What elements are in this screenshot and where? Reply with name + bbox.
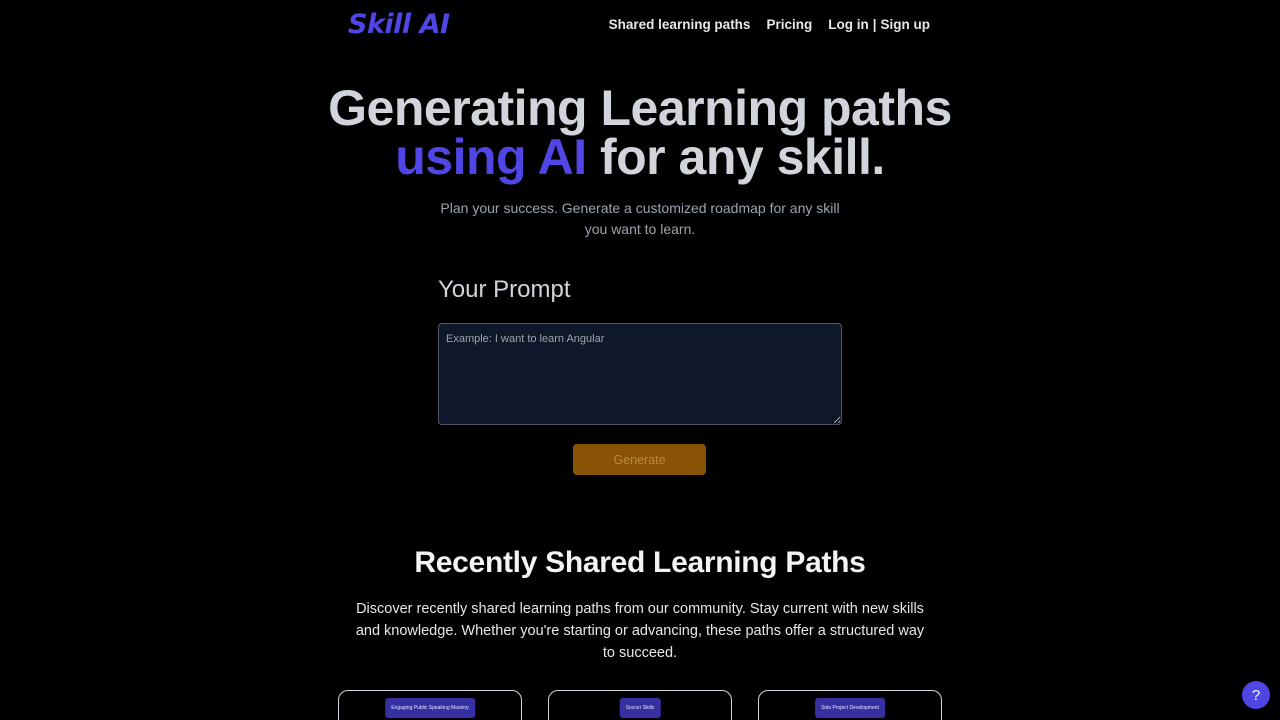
logo[interactable]: Skill AI: [348, 9, 450, 40]
help-button[interactable]: ?: [1242, 681, 1270, 709]
shared-path-card[interactable]: Soccer Skills: [548, 690, 732, 720]
hero-line-2: using AI for any skill.: [0, 132, 1280, 182]
shared-path-cards: Engaging Public Speaking Mastery Soccer …: [338, 690, 942, 720]
card-tag: Soccer Skills: [619, 698, 661, 718]
hero-accent-text: using AI: [395, 129, 587, 185]
prompt-label: Your Prompt: [438, 276, 571, 303]
shared-section-description: Discover recently shared learning paths …: [355, 601, 925, 661]
generate-button[interactable]: Generate: [573, 444, 706, 475]
top-nav: Skill AI Shared learning paths Pricing L…: [0, 0, 1280, 50]
nav-shared-learning-paths[interactable]: Shared learning paths: [609, 17, 751, 32]
nav-links: Shared learning paths Pricing Log in | Sig…: [609, 17, 930, 32]
card-tag: Side Project Development: [815, 698, 885, 718]
shared-path-card[interactable]: Side Project Development: [758, 690, 942, 720]
nav-login[interactable]: Log in: [828, 17, 869, 32]
nav-auth-separator: |: [872, 17, 877, 32]
hero-heading: Generating Learning paths using AI for a…: [0, 80, 1280, 182]
nav-signup[interactable]: Sign up: [881, 17, 931, 32]
card-tag: Engaging Public Speaking Mastery: [385, 698, 475, 718]
hero-line-2-rest: for any skill.: [586, 129, 885, 185]
generate-button-label: Generate: [613, 452, 666, 467]
hero-line-1: Generating Learning paths: [328, 80, 952, 136]
prompt-input[interactable]: [438, 323, 842, 425]
shared-section-title: Recently Shared Learning Paths: [414, 546, 866, 579]
nav-pricing[interactable]: Pricing: [766, 17, 812, 32]
hero-subtitle: Plan your success. Generate a customized…: [440, 200, 840, 237]
shared-path-card[interactable]: Engaging Public Speaking Mastery: [338, 690, 522, 720]
nav-auth: Log in | Sign up: [828, 17, 930, 32]
